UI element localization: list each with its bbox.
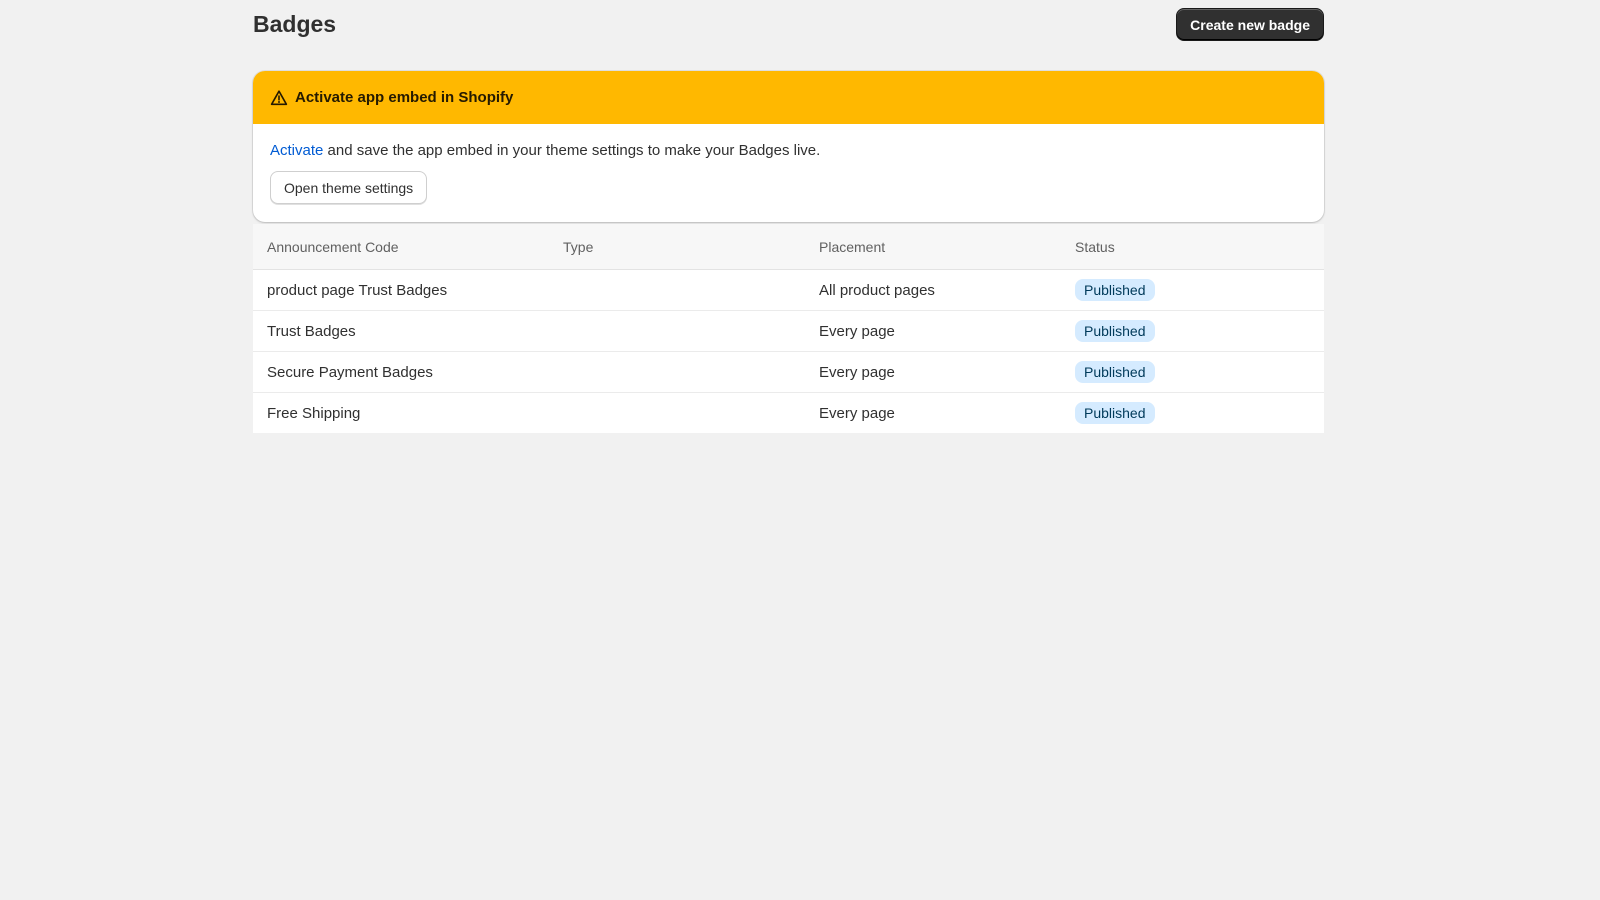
- open-theme-settings-button[interactable]: Open theme settings: [270, 171, 428, 204]
- activate-link[interactable]: Activate: [270, 142, 323, 159]
- table-row[interactable]: product page Trust Badges All product pa…: [253, 269, 1324, 311]
- cell-type: [563, 393, 819, 434]
- cell-placement: Every page: [819, 404, 895, 422]
- cell-type: [563, 310, 819, 352]
- column-header-placement[interactable]: Placement: [819, 224, 1075, 270]
- cell-placement: Every page: [819, 351, 1075, 393]
- banner-message: Activate and save the app embed in your …: [270, 141, 1307, 161]
- column-header-type[interactable]: Type: [563, 224, 819, 270]
- cell-status: Published: [1075, 310, 1324, 352]
- cell-type: [563, 269, 819, 311]
- status-badge: Published: [1075, 279, 1155, 301]
- page-title: Badges: [253, 11, 337, 37]
- cell-placement: All product pages: [819, 269, 1075, 311]
- badges-page: Badges Create new badge Activate app emb…: [253, 0, 1324, 433]
- page-header: Badges Create new badge: [253, 0, 1324, 50]
- banner-header: Activate app embed in Shopify: [253, 71, 1324, 124]
- table-row[interactable]: Free Shipping Every page Published: [253, 393, 1324, 434]
- cell-type: [563, 351, 819, 393]
- badges-table: Announcement Code Type Placement Status …: [253, 224, 1324, 433]
- status-badge: Published: [1075, 320, 1155, 342]
- column-header-status[interactable]: Status: [1075, 224, 1324, 270]
- cell-code: Free Shipping: [267, 404, 361, 422]
- banner-title: Activate app embed in Shopify: [295, 89, 514, 106]
- cell-placement: Every page: [819, 310, 1075, 352]
- alert-triangle-icon: [270, 89, 288, 107]
- banner-message-text: and save the app embed in your theme set…: [323, 142, 821, 159]
- status-badge: Published: [1075, 361, 1155, 383]
- banner-body: Activate and save the app embed in your …: [253, 124, 1324, 222]
- create-new-badge-button[interactable]: Create new badge: [1176, 8, 1324, 41]
- table-header-row: Announcement Code Type Placement Status: [253, 224, 1324, 270]
- cell-code: product page Trust Badges: [253, 269, 563, 311]
- cell-code: Secure Payment Badges: [253, 351, 563, 393]
- column-header-announcement-code[interactable]: Announcement Code: [253, 224, 563, 270]
- table-row[interactable]: Trust Badges Every page Published: [253, 310, 1324, 352]
- app-embed-banner: Activate app embed in Shopify Activate a…: [253, 71, 1324, 222]
- status-badge: Published: [1075, 402, 1155, 424]
- table-row[interactable]: Secure Payment Badges Every page Publish…: [253, 351, 1324, 393]
- cell-status: Published: [1075, 269, 1324, 311]
- cell-code: Trust Badges: [253, 310, 563, 352]
- cell-status: Published: [1075, 351, 1324, 393]
- cell-status: Published: [1075, 393, 1324, 434]
